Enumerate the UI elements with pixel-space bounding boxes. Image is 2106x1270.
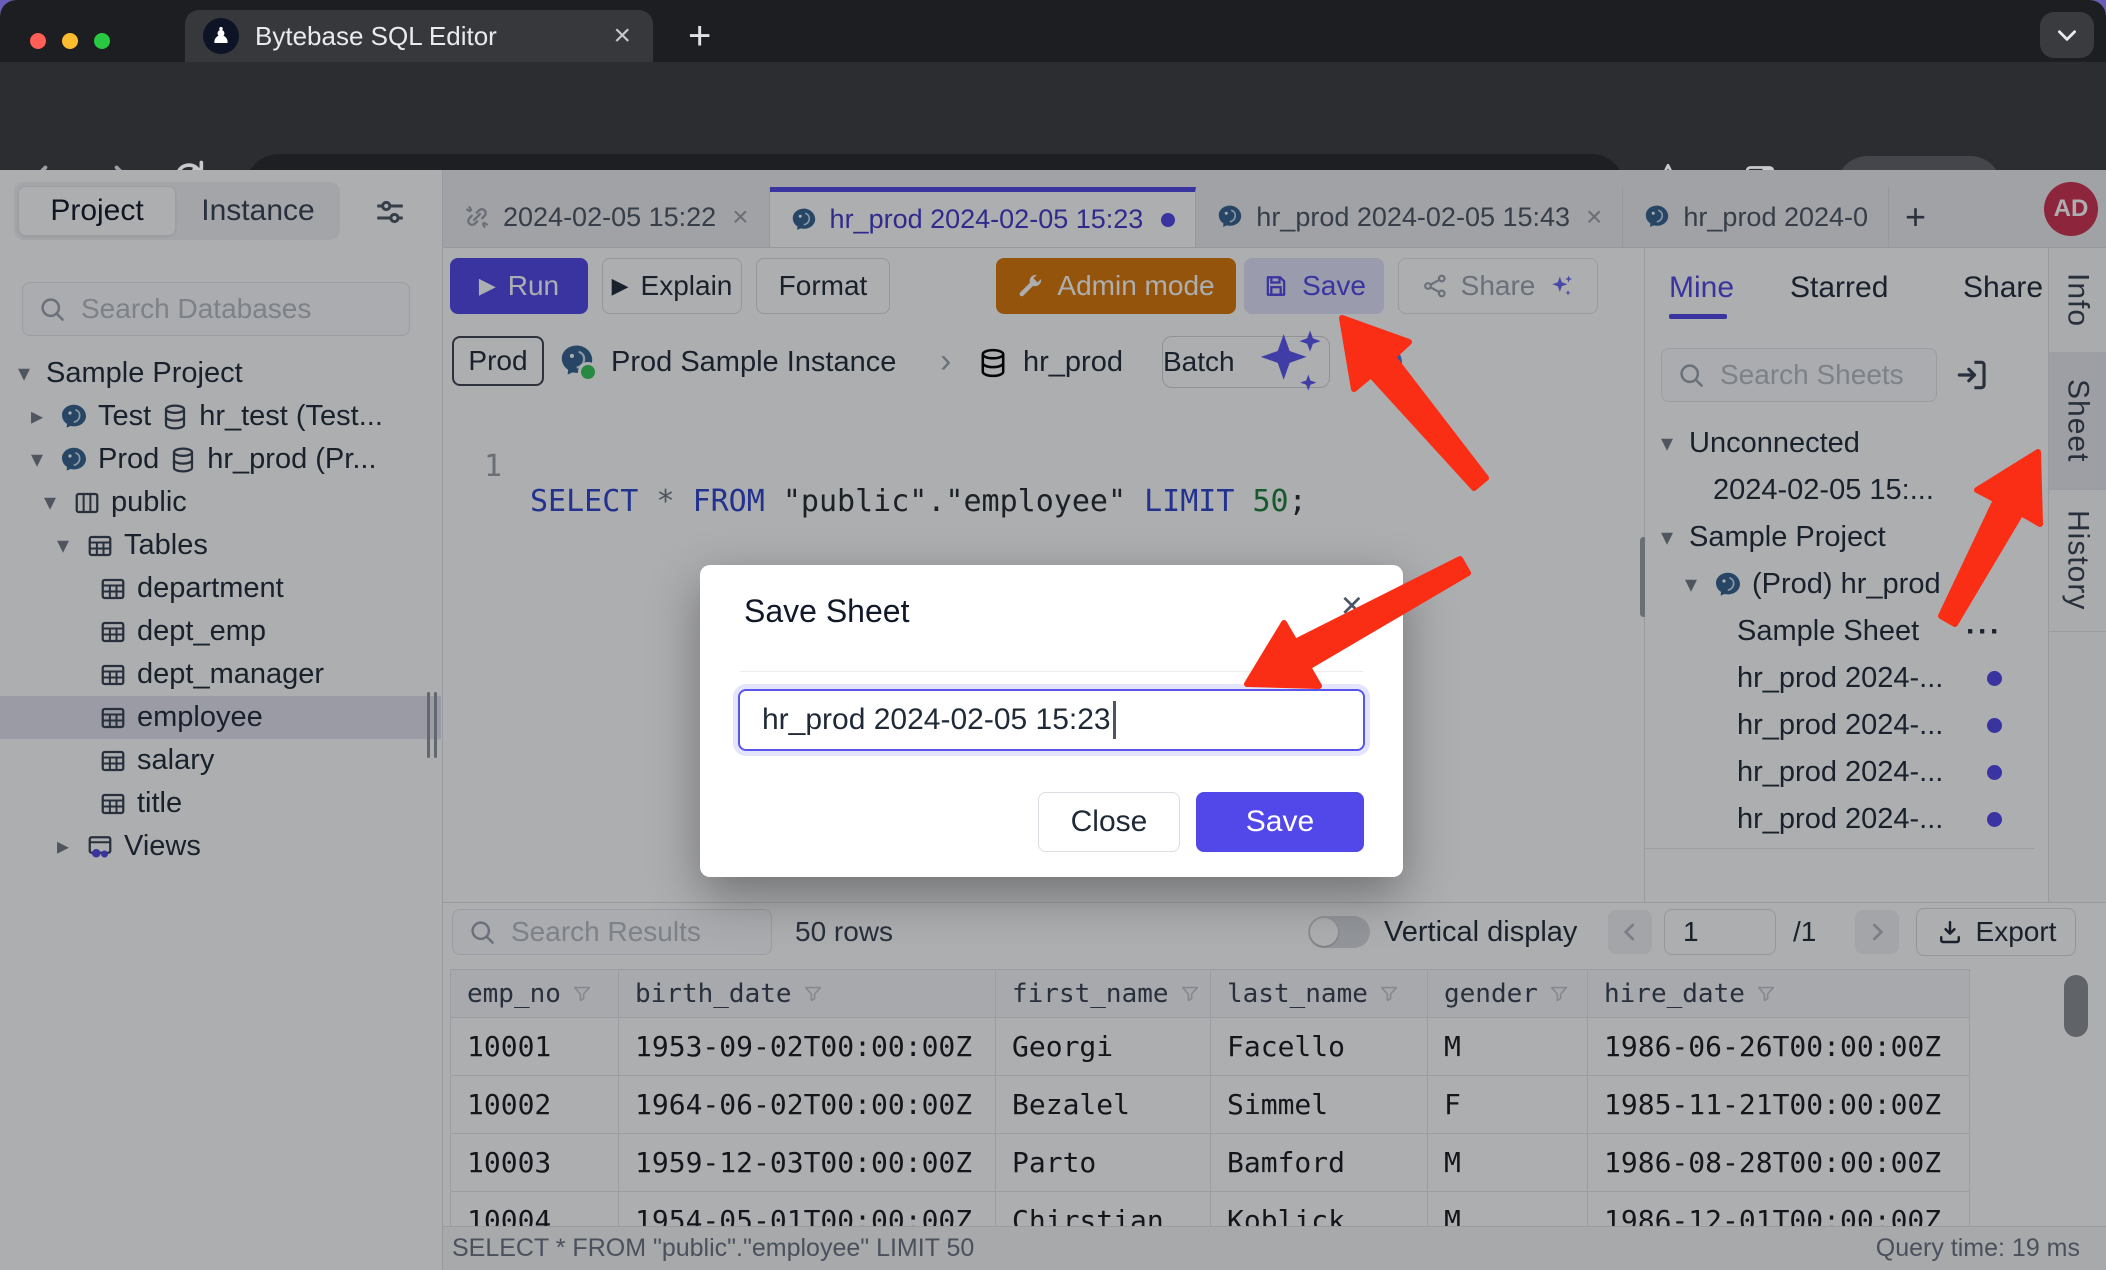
tab-search-button[interactable] [2040, 12, 2094, 58]
dialog-close-button[interactable]: Close [1038, 792, 1180, 852]
text-cursor [1113, 701, 1116, 739]
screenshot-stage: ♟ Bytebase SQL Editor × + localhost:8080… [0, 0, 2106, 1270]
dialog-save-button[interactable]: Save [1196, 792, 1364, 852]
browser-tab-close-icon[interactable]: × [609, 21, 635, 51]
browser-titlebar: ♟ Bytebase SQL Editor × + [0, 0, 2106, 62]
dialog-close-icon[interactable]: × [1341, 587, 1363, 625]
chevron-down-icon [2054, 22, 2080, 48]
minimize-window-button[interactable] [62, 33, 78, 49]
browser-toolbar: localhost:8080/sql-editor/prod-sample-in… [0, 62, 2106, 170]
sheet-name-value: hr_prod 2024-02-05 15:23 [762, 703, 1111, 737]
bytebase-favicon-icon: ♟ [203, 18, 239, 54]
sheet-name-input[interactable]: hr_prod 2024-02-05 15:23 [738, 689, 1365, 751]
browser-window: ♟ Bytebase SQL Editor × + localhost:8080… [0, 0, 2106, 1270]
browser-tab[interactable]: ♟ Bytebase SQL Editor × [185, 10, 653, 62]
save-sheet-dialog: Save Sheet × hr_prod 2024-02-05 15:23 Cl… [700, 565, 1403, 877]
new-tab-button[interactable]: + [688, 14, 711, 58]
maximize-window-button[interactable] [94, 33, 110, 49]
dialog-divider [740, 671, 1363, 672]
dialog-title: Save Sheet [744, 593, 909, 630]
close-window-button[interactable] [30, 33, 46, 49]
browser-tab-title: Bytebase SQL Editor [255, 21, 609, 52]
